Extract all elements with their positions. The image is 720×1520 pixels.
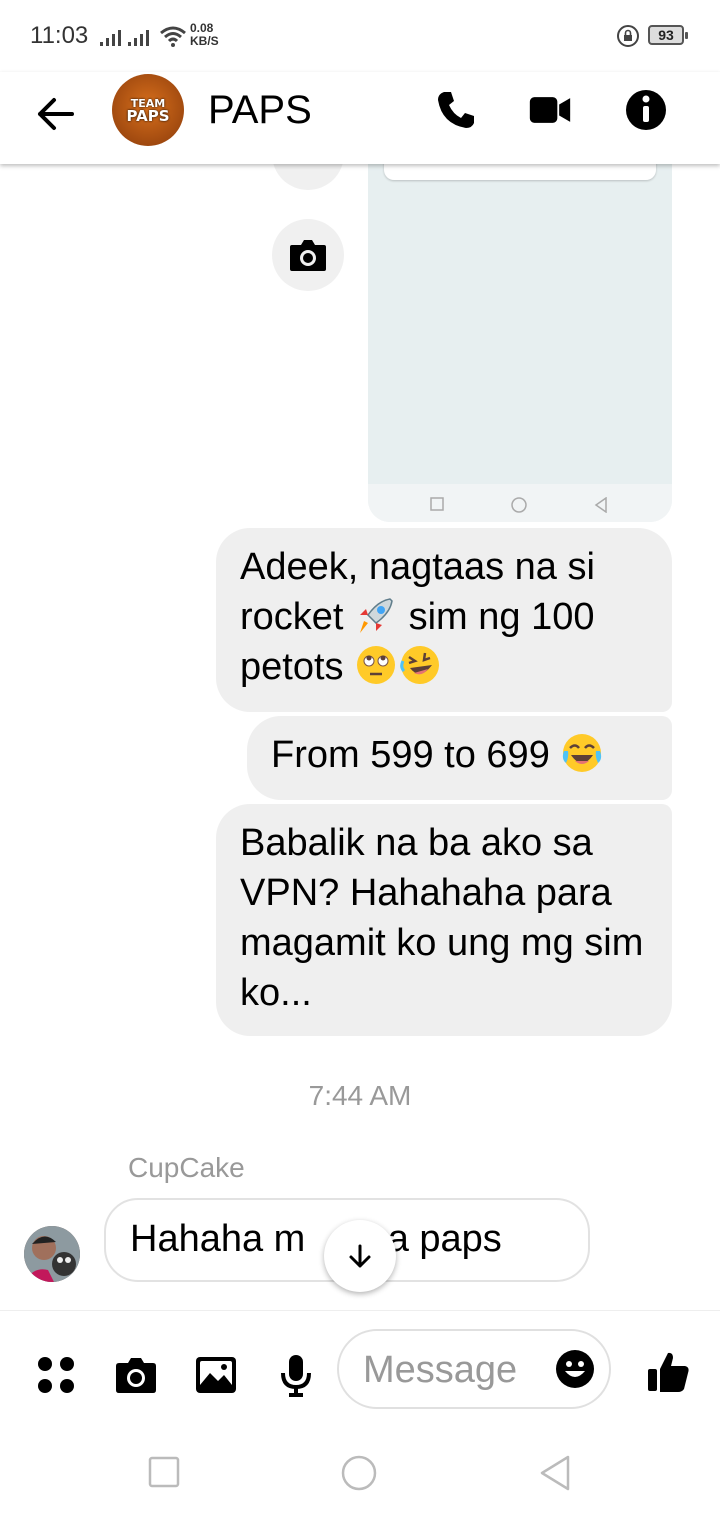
back-arrow-icon[interactable]: [32, 90, 80, 138]
message-text: Hahaha m l na paps: [130, 1218, 502, 1260]
triangle-nav-icon: [594, 497, 607, 513]
recents-icon[interactable]: [148, 1456, 180, 1488]
info-icon[interactable]: [624, 88, 668, 132]
message-text: Babalik na ba ako sa VPN? Hahahaha para …: [240, 822, 644, 1014]
system-nav-bar: [0, 1430, 720, 1520]
sent-message[interactable]: From 599 to 699: [247, 716, 672, 800]
home-icon[interactable]: [340, 1454, 378, 1492]
preview-nav-bar: [368, 484, 672, 522]
message-input[interactable]: [361, 1341, 525, 1399]
face-with-tears-of-joy-icon: [563, 734, 602, 772]
thumbs-up-icon[interactable]: [646, 1349, 692, 1395]
back-nav-icon[interactable]: [538, 1454, 572, 1492]
net-speed-unit: KB/S: [190, 34, 219, 48]
rolling-on-floor-laughing-icon: [400, 646, 440, 684]
apps-icon[interactable]: [34, 1353, 78, 1397]
message-text: From 599 to 699: [271, 734, 561, 776]
square-nav-icon: [430, 497, 444, 511]
wifi-icon: [160, 26, 186, 47]
status-time: 11:03: [30, 22, 89, 49]
signal-icon: [128, 30, 149, 46]
video-call-icon[interactable]: [528, 88, 572, 132]
message-composer: [0, 1310, 720, 1431]
sent-message[interactable]: Adeek, nagtaas na si rocket sim ng 100 p…: [216, 528, 672, 712]
shared-screenshot-preview[interactable]: [368, 150, 672, 522]
arrow-down-icon: [349, 1244, 371, 1268]
status-bar: 11:03 0.08 KB/S 93: [0, 0, 720, 72]
circle-nav-icon: [511, 497, 527, 513]
avatar-logo-text: TEAM PAPS: [112, 98, 184, 124]
message-timestamp: 7:44 AM: [308, 1080, 412, 1111]
sender-avatar[interactable]: [24, 1226, 80, 1282]
contact-avatar[interactable]: TEAM PAPS: [112, 74, 184, 146]
message-input-field[interactable]: [337, 1329, 611, 1409]
camera-icon[interactable]: [114, 1353, 158, 1397]
camera-icon: [290, 240, 326, 271]
chat-header: TEAM PAPS PAPS: [0, 72, 720, 164]
scroll-to-bottom-button[interactable]: [324, 1220, 396, 1292]
sent-message[interactable]: Babalik na ba ako sa VPN? Hahahaha para …: [216, 804, 672, 1036]
avatar-logo-bottom: PAPS: [126, 107, 170, 125]
rotation-lock-icon: [617, 25, 639, 47]
signal-icon: [100, 30, 121, 46]
microphone-icon[interactable]: [274, 1353, 318, 1397]
emoji-icon[interactable]: [555, 1349, 595, 1389]
network-speed: 0.08 KB/S: [190, 22, 219, 48]
camera-action-button[interactable]: [272, 219, 344, 291]
person-photo-icon: [24, 1226, 80, 1282]
rocket-icon: [360, 598, 393, 633]
sender-name: CupCake: [128, 1152, 245, 1183]
gallery-icon[interactable]: [194, 1353, 238, 1397]
contact-name[interactable]: PAPS: [208, 88, 312, 133]
face-with-rolling-eyes-icon: [357, 646, 396, 684]
phone-icon[interactable]: [434, 88, 478, 132]
battery-indicator: 93: [648, 25, 688, 45]
